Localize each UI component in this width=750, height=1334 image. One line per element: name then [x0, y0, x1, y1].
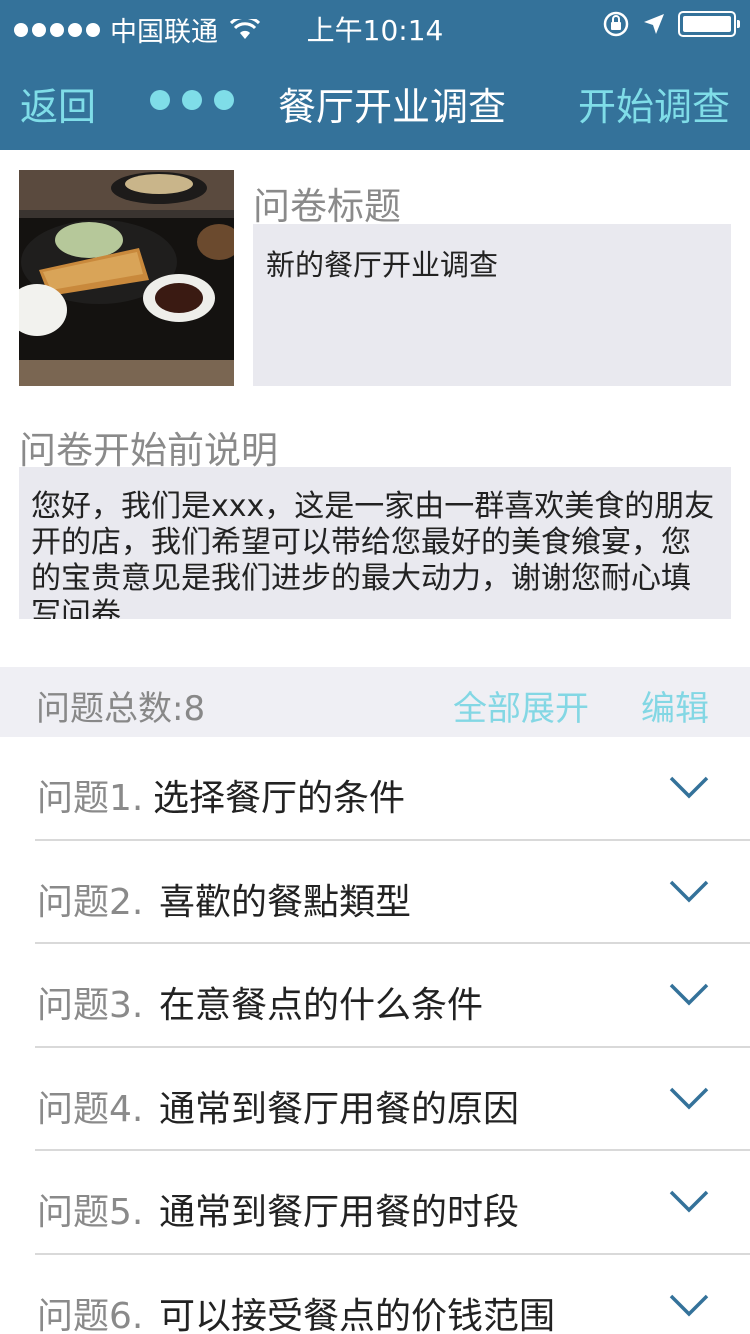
question-row[interactable]: 问题4. 通常到餐厅用餐的原因: [0, 1048, 750, 1151]
status-bar: 中国联通 上午10:14: [0, 0, 750, 52]
navigation-bar: 返回 餐厅开业调查 开始调查: [0, 52, 750, 150]
location-arrow-icon: [644, 14, 664, 34]
chevron-down-icon[interactable]: [668, 773, 710, 801]
page-title: 餐厅开业调查: [278, 85, 507, 129]
top-bar: 中国联通 上午10:14 返回 餐厅开业调查 开始调查: [0, 0, 750, 150]
title-input[interactable]: 新的餐厅开业调查: [253, 224, 731, 386]
question-text: 可以接受餐点的价钱范围: [159, 1295, 556, 1334]
start-survey-button[interactable]: 开始调查: [578, 76, 730, 131]
survey-cover-image[interactable]: [19, 170, 234, 386]
question-count: 问题总数:8: [36, 689, 206, 729]
question-number: 问题1.: [37, 778, 144, 819]
description-textarea[interactable]: 您好，我们是xxx，这是一家由一群喜欢美食的朋友开的店，我们希望可以带给您最好的…: [19, 467, 731, 619]
chevron-down-icon[interactable]: [668, 1187, 710, 1215]
more-options-icon[interactable]: [150, 90, 234, 110]
question-text: 选择餐厅的条件: [153, 778, 406, 819]
question-row[interactable]: 问题1. 选择餐厅的条件: [0, 737, 750, 841]
question-number: 问题5.: [37, 1192, 144, 1233]
question-row[interactable]: 问题5. 通常到餐厅用餐的时段: [0, 1151, 750, 1255]
back-button[interactable]: 返回: [20, 76, 96, 131]
question-number: 问题2.: [37, 881, 144, 923]
rotation-lock-icon: [603, 11, 629, 37]
question-row[interactable]: 问题3. 在意餐点的什么条件: [0, 944, 750, 1048]
question-number: 问题3.: [37, 985, 144, 1026]
food-photo: [19, 170, 234, 386]
title-label: 问卷标题: [253, 185, 401, 228]
expand-all-button[interactable]: 全部展开: [453, 681, 589, 730]
question-text: 通常到餐厅用餐的原因: [159, 1088, 520, 1130]
question-text: 喜歡的餐點類型: [159, 881, 412, 923]
chevron-down-icon[interactable]: [668, 980, 710, 1008]
question-list: 问题1. 选择餐厅的条件 问题2. 喜歡的餐點類型 问题3. 在意餐点的什么条件…: [0, 737, 750, 1334]
question-number: 问题6.: [37, 1295, 144, 1334]
chevron-down-icon[interactable]: [668, 877, 710, 905]
question-summary-bar: 问题总数:8 全部展开 编辑: [0, 667, 750, 737]
chevron-down-icon[interactable]: [668, 1291, 710, 1319]
description-label: 问卷开始前说明: [19, 429, 278, 472]
edit-button[interactable]: 编辑: [641, 681, 709, 730]
question-row[interactable]: 问题6. 可以接受餐点的价钱范围: [0, 1255, 750, 1334]
question-text: 通常到餐厅用餐的时段: [159, 1192, 520, 1233]
question-number: 问题4.: [37, 1088, 144, 1130]
battery-icon: [678, 11, 740, 37]
question-row[interactable]: 问题2. 喜歡的餐點類型: [0, 841, 750, 944]
question-text: 在意餐点的什么条件: [159, 985, 484, 1026]
chevron-down-icon[interactable]: [668, 1084, 710, 1112]
